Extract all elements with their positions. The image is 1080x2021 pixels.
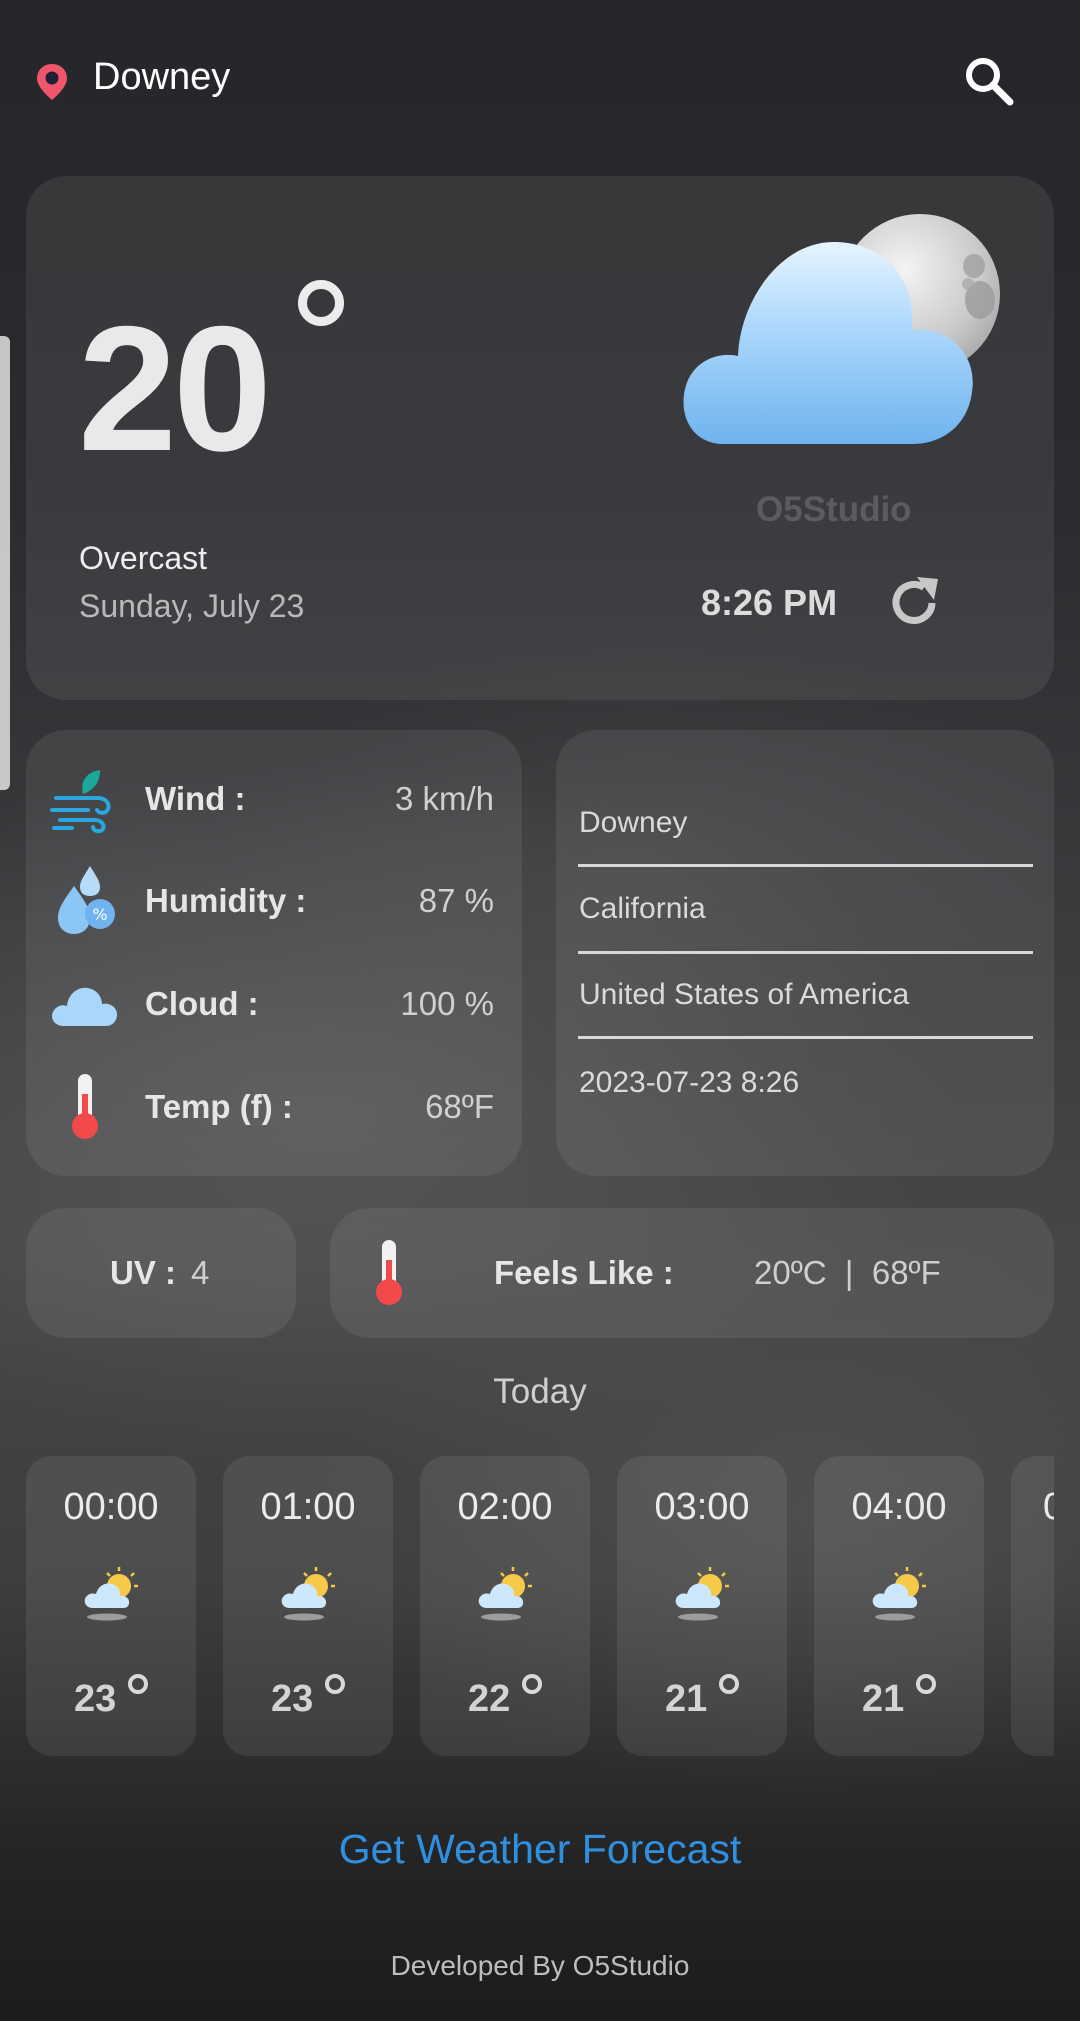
degree-symbol [719, 1674, 739, 1694]
feels-like-value: 20ºC | 68ºF [754, 1254, 941, 1291]
hour-temp: 22 [468, 1678, 511, 1720]
hourly-card[interactable]: 02:00 22 [420, 1456, 590, 1756]
footer-credit: Developed By O5Studio [390, 1950, 690, 1981]
brand-watermark: O5Studio [756, 490, 912, 529]
hourly-card[interactable]: 04:00 21 [814, 1456, 984, 1756]
partly-cloudy-icon [281, 1567, 335, 1621]
location-localtime: 2023-07-23 8:26 [579, 1066, 800, 1099]
degree-symbol [325, 1674, 345, 1694]
search-icon[interactable] [962, 54, 1016, 108]
side-scroll-handle[interactable] [0, 336, 10, 790]
hour-temp: 23 [74, 1678, 117, 1720]
cloud-moon-icon [683, 214, 1000, 444]
feels-like-card [330, 1208, 1054, 1338]
degree-symbol [916, 1674, 936, 1694]
location-country: United States of America [579, 978, 910, 1011]
degree-symbol [522, 1674, 542, 1694]
hour-temp: 21 [665, 1678, 708, 1720]
degree-symbol [298, 280, 344, 326]
location-region: California [579, 892, 706, 925]
hour-time: 03:00 [654, 1486, 750, 1528]
hour-time: 01:00 [260, 1486, 356, 1528]
hourly-card[interactable]: 01:00 23 [223, 1456, 393, 1756]
partly-cloudy-icon [872, 1567, 926, 1621]
thermometer-icon [72, 1074, 98, 1139]
cloud-icon [52, 987, 118, 1026]
hour-time: 00:00 [63, 1486, 159, 1528]
divider [578, 951, 1033, 954]
uv-value: 4 [191, 1254, 210, 1291]
hour-time: 02:00 [457, 1486, 553, 1528]
hour-temp: 21 [862, 1678, 905, 1720]
svg-text:%: % [92, 905, 107, 924]
hourly-card[interactable]: 00:00 23 [26, 1456, 196, 1756]
wind-value: 3 km/h [394, 780, 494, 817]
hour-temp: 23 [271, 1678, 314, 1720]
today-heading: Today [493, 1372, 587, 1411]
thermometer-icon [376, 1240, 402, 1305]
location-city: Downey [579, 806, 688, 839]
partly-cloudy-icon [675, 1567, 729, 1621]
wind-icon [50, 770, 111, 834]
cloud-label: Cloud : [145, 985, 259, 1022]
hour-time: 0 [1043, 1486, 1054, 1528]
current-date: Sunday, July 23 [79, 588, 305, 624]
divider [578, 1036, 1033, 1039]
partly-cloudy-icon [478, 1567, 532, 1621]
weather-condition: Overcast [79, 540, 208, 576]
humidity-icon: % [58, 866, 115, 934]
hour-time: 04:00 [851, 1486, 947, 1528]
cloud-value: 100 % [400, 985, 494, 1022]
degree-symbol [128, 1674, 148, 1694]
refresh-icon[interactable] [884, 573, 944, 633]
humidity-label: Humidity : [145, 882, 307, 919]
hourly-card-partial[interactable]: 0 [1011, 1456, 1054, 1756]
header-city: Downey [93, 56, 231, 98]
current-temperature: 20 [78, 289, 272, 488]
partly-cloudy-icon [84, 1567, 138, 1621]
location-pin-icon [37, 64, 67, 100]
wind-label: Wind : [145, 780, 246, 817]
temp-f-value: 68ºF [425, 1088, 494, 1125]
temp-f-label: Temp (f) : [145, 1088, 293, 1125]
uv-label: UV : [110, 1254, 176, 1291]
current-time: 8:26 PM [701, 582, 838, 623]
get-forecast-link[interactable]: Get Weather Forecast [0, 1826, 1080, 1873]
hourly-card[interactable]: 03:00 21 [617, 1456, 787, 1756]
divider [578, 864, 1033, 867]
feels-like-label: Feels Like : [494, 1254, 674, 1291]
humidity-value: 87 % [418, 882, 494, 919]
